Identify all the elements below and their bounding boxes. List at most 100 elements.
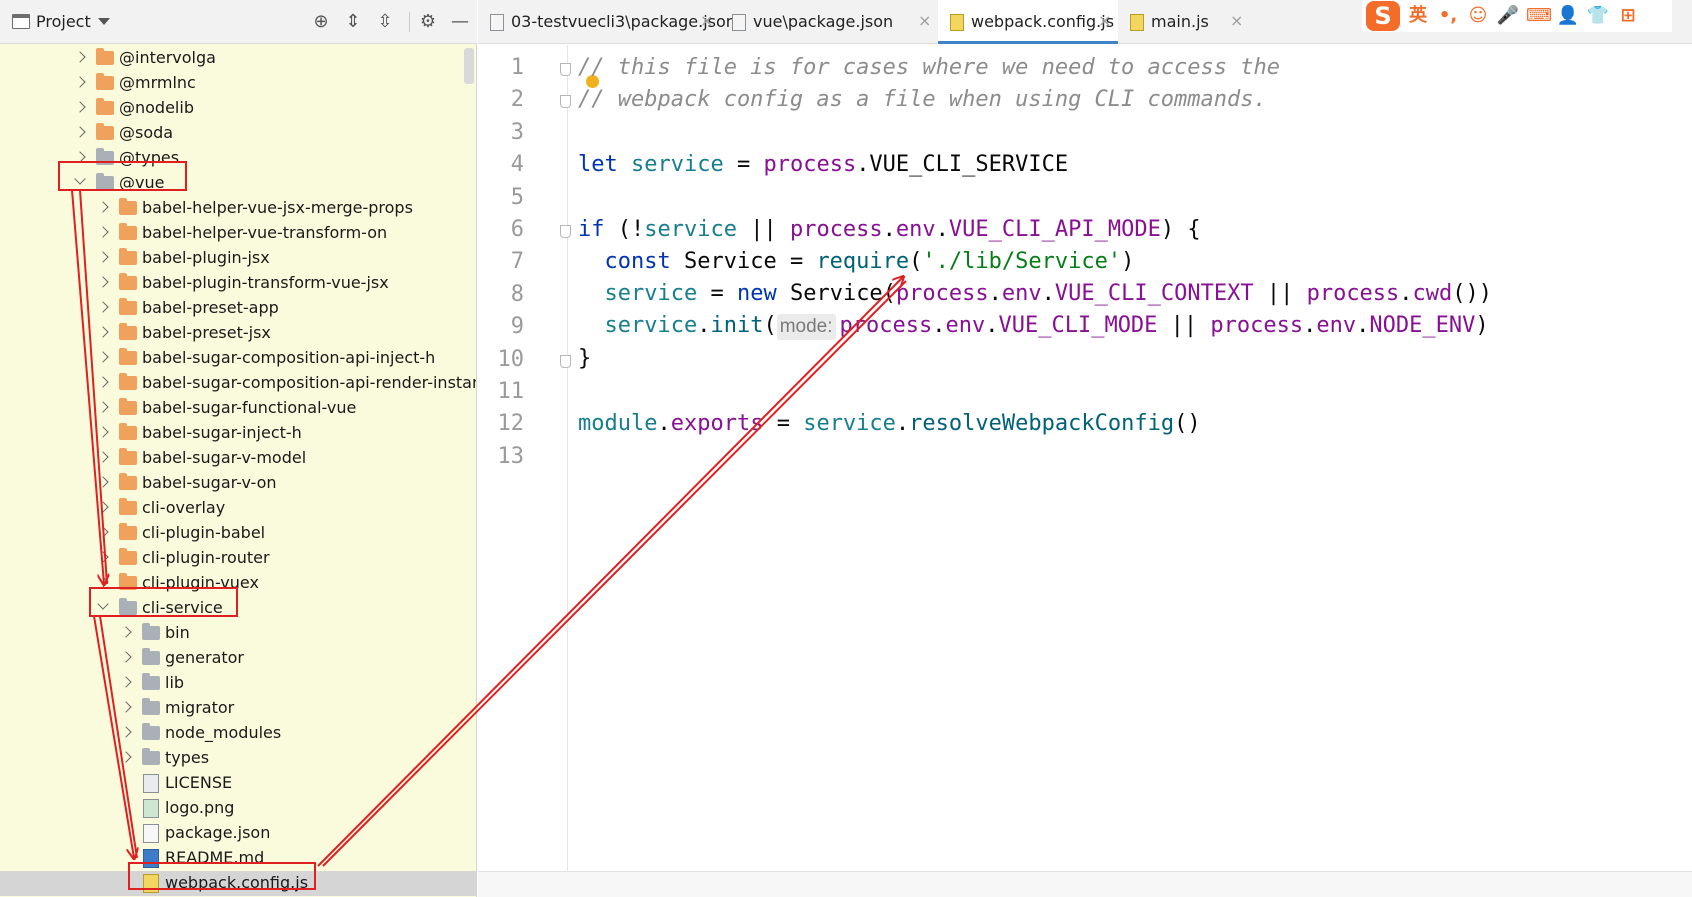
chevron-right-icon[interactable] [74, 101, 86, 113]
tree-folder-item[interactable]: @nodelib [0, 96, 476, 121]
chevron-down-icon[interactable] [74, 173, 86, 185]
keyboard-icon[interactable]: ⌨ [1526, 4, 1552, 28]
chevron-right-icon[interactable] [97, 326, 109, 338]
chevron-right-icon[interactable] [97, 251, 109, 263]
chevron-right-icon[interactable] [120, 751, 132, 763]
tree-folder-item[interactable]: generator [0, 646, 476, 671]
ime-logo[interactable]: S [1366, 1, 1400, 31]
tree-folder-item[interactable]: babel-sugar-composition-api-render-insta… [0, 371, 476, 396]
tree-folder-item[interactable]: babel-sugar-v-on [0, 471, 476, 496]
project-panel-title[interactable]: Project [36, 12, 91, 31]
tree-folder-item[interactable]: cli-overlay [0, 496, 476, 521]
tree-file-item[interactable]: webpack.config.js [0, 871, 476, 896]
tree-folder-item[interactable]: @intervolga [0, 46, 476, 71]
folder-icon [119, 248, 137, 265]
chevron-down-icon[interactable] [98, 18, 110, 25]
tree-folder-item[interactable]: babel-helper-vue-jsx-merge-props [0, 196, 476, 221]
skin-icon[interactable]: 👕 [1586, 4, 1610, 28]
chevron-right-icon[interactable] [74, 76, 86, 88]
tree-folder-item[interactable]: @vue [0, 171, 476, 196]
chevron-right-icon[interactable] [97, 426, 109, 438]
chevron-right-icon[interactable] [120, 676, 132, 688]
ime-punctuation-toggle[interactable]: •, [1436, 4, 1460, 28]
tree-folder-item[interactable]: @soda [0, 121, 476, 146]
tree-folder-item[interactable]: node_modules [0, 721, 476, 746]
tree-folder-item[interactable]: cli-service [0, 596, 476, 621]
tree-file-item[interactable]: package.json [0, 821, 476, 846]
tree-folder-item[interactable]: types [0, 746, 476, 771]
editor-tab[interactable]: 03-testvuecli3\package.json × [478, 0, 736, 44]
chevron-right-icon[interactable] [120, 651, 132, 663]
fold-toggle-icon[interactable] [560, 95, 571, 109]
chevron-right-icon[interactable] [97, 451, 109, 463]
microphone-icon[interactable]: 🎤 [1496, 4, 1520, 28]
editor-tab[interactable]: vue\package.json × [720, 0, 938, 44]
tree-folder-item[interactable]: @types [0, 146, 476, 171]
tree-item-label: generator [165, 648, 245, 667]
chevron-right-icon[interactable] [120, 701, 132, 713]
chevron-right-icon[interactable] [97, 301, 109, 313]
chevron-right-icon[interactable] [97, 501, 109, 513]
tree-folder-item[interactable]: cli-plugin-router [0, 546, 476, 571]
tree-folder-item[interactable]: babel-preset-app [0, 296, 476, 321]
markdown-file-icon [143, 849, 159, 868]
chevron-right-icon[interactable] [97, 276, 109, 288]
chevron-right-icon[interactable] [97, 576, 109, 588]
code-editor[interactable]: 1 2 3 4 5 6 7 8 9 10 11 12 13 // this file is for ca… [478, 45, 1692, 897]
tree-file-item[interactable]: LICENSE [0, 771, 476, 796]
chevron-right-icon[interactable] [97, 526, 109, 538]
tree-folder-item[interactable]: cli-plugin-vuex [0, 571, 476, 596]
hide-panel-icon[interactable]: — [449, 11, 471, 33]
tree-folder-item[interactable]: babel-sugar-v-model [0, 446, 476, 471]
tree-folder-item[interactable]: babel-helper-vue-transform-on [0, 221, 476, 246]
gear-icon[interactable]: ⚙ [417, 11, 439, 33]
toolbox-icon[interactable]: ⊞ [1616, 4, 1640, 28]
tree-item-label: babel-helper-vue-jsx-merge-props [142, 198, 413, 217]
chevron-down-icon[interactable] [97, 598, 109, 610]
chevron-right-icon[interactable] [97, 376, 109, 388]
locate-file-icon[interactable]: ⊕ [310, 11, 332, 33]
tree-folder-item[interactable]: cli-plugin-babel [0, 521, 476, 546]
chevron-right-icon[interactable] [74, 51, 86, 63]
collapse-all-icon[interactable]: ⇳ [374, 11, 396, 33]
tree-folder-item[interactable]: lib [0, 671, 476, 696]
tree-folder-item[interactable]: @mrmlnc [0, 71, 476, 96]
tree-folder-item[interactable]: babel-sugar-inject-h [0, 421, 476, 446]
tree-file-item[interactable]: README.md [0, 846, 476, 871]
chevron-right-icon[interactable] [97, 351, 109, 363]
code-line-4: let service = process.VUE_CLI_SERVICE [578, 152, 1069, 177]
tree-folder-item[interactable]: babel-plugin-transform-vue-jsx [0, 271, 476, 296]
chevron-right-icon[interactable] [97, 401, 109, 413]
emoji-icon[interactable]: ☺ [1466, 4, 1490, 28]
tree-folder-item[interactable]: babel-sugar-composition-api-inject-h [0, 346, 476, 371]
user-icon[interactable]: 👤 [1556, 4, 1580, 28]
tree-folder-item[interactable]: babel-preset-jsx [0, 321, 476, 346]
close-icon[interactable]: × [918, 11, 931, 30]
chevron-right-icon[interactable] [97, 226, 109, 238]
close-icon[interactable]: × [700, 11, 713, 30]
fold-toggle-icon[interactable] [560, 225, 571, 238]
close-icon[interactable]: × [1230, 11, 1243, 30]
ime-language-mode[interactable]: 英 [1406, 4, 1430, 28]
chevron-right-icon[interactable] [74, 126, 86, 138]
image-file-icon [143, 799, 159, 818]
chevron-right-icon[interactable] [120, 726, 132, 738]
editor-horizontal-scrollbar[interactable] [478, 871, 1692, 897]
chevron-right-icon[interactable] [97, 201, 109, 213]
editor-tab[interactable]: webpack.config.js × [938, 0, 1118, 44]
tree-folder-item[interactable]: bin [0, 621, 476, 646]
fold-toggle-icon[interactable] [560, 63, 571, 76]
tree-folder-item[interactable]: babel-sugar-functional-vue [0, 396, 476, 421]
tree-item-label: package.json [165, 823, 271, 842]
chevron-right-icon[interactable] [97, 476, 109, 488]
chevron-right-icon[interactable] [74, 151, 86, 163]
close-icon[interactable]: × [1098, 11, 1111, 30]
chevron-right-icon[interactable] [97, 551, 109, 563]
editor-tab[interactable]: main.js × [1118, 0, 1250, 44]
tree-file-item[interactable]: logo.png [0, 796, 476, 821]
tree-folder-item[interactable]: migrator [0, 696, 476, 721]
fold-toggle-icon[interactable] [560, 354, 571, 368]
expand-all-icon[interactable]: ⇕ [342, 11, 364, 33]
tree-folder-item[interactable]: babel-plugin-jsx [0, 246, 476, 271]
chevron-right-icon[interactable] [120, 626, 132, 638]
